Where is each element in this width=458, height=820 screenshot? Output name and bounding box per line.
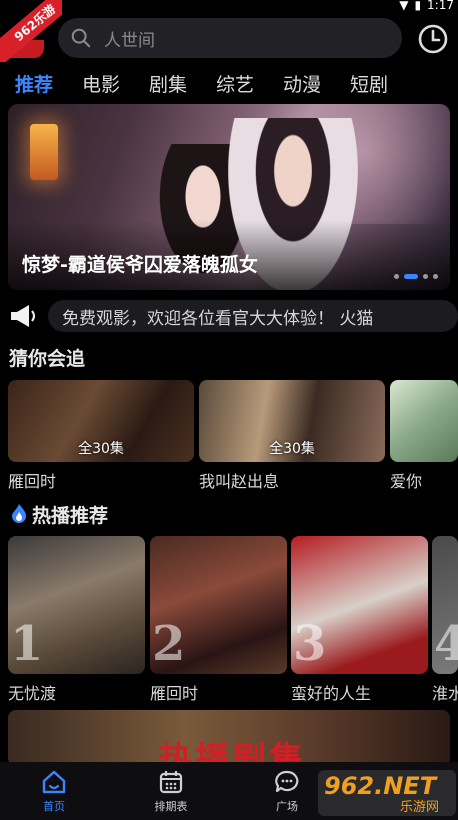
hot-section-title: 热播推荐 — [32, 505, 109, 527]
hot-thumbnail: 1 — [8, 536, 145, 674]
banner-lantern — [30, 124, 58, 180]
tab-variety[interactable]: 综艺 — [216, 70, 283, 97]
hot-title: 淮水 — [432, 684, 458, 703]
banner-dot[interactable] — [394, 274, 399, 279]
site-watermark: 962.NET 乐游网 — [318, 770, 456, 816]
banner-dot[interactable] — [423, 274, 428, 279]
guess-thumbnail: 全30集 — [199, 380, 385, 462]
chat-bubble-icon — [275, 770, 299, 793]
battery-icon: ▮ — [414, 0, 422, 12]
tab-recommend[interactable]: 推荐 — [15, 70, 82, 97]
guess-thumbnail: 全30集 — [8, 380, 194, 462]
tabbar-square[interactable]: 广场 — [257, 768, 317, 814]
home-icon — [42, 770, 66, 794]
hot-card[interactable]: 4 淮水 — [432, 536, 458, 704]
calendar-icon — [159, 771, 183, 794]
episode-count: 全30集 — [78, 441, 124, 457]
category-tabs: 推荐 电影 剧集 综艺 动漫 短剧 — [0, 66, 458, 100]
hot-thumbnail: 4 — [432, 536, 458, 674]
guess-title: 我叫赵出息 — [199, 472, 280, 491]
hot-card[interactable]: 3 蛮好的人生 — [291, 536, 428, 704]
guess-title: 雁回时 — [8, 472, 57, 491]
tabbar-schedule[interactable]: 排期表 — [141, 768, 201, 814]
search-placeholder: 人世间 — [104, 30, 155, 51]
guess-card[interactable]: 爱你 — [390, 380, 458, 492]
promo-text: 热播剧集 — [158, 740, 306, 766]
banner-dot[interactable] — [433, 274, 438, 279]
guess-list: 全30集 雁回时 全30集 我叫赵出息 爱你 — [8, 380, 458, 492]
tabbar-schedule-label: 排期表 — [154, 800, 188, 813]
flame-icon — [12, 504, 26, 523]
hot-card[interactable]: 1 无忧渡 — [8, 536, 145, 704]
hot-title: 雁回时 — [150, 684, 199, 703]
rank-number: 4 — [434, 616, 458, 672]
rank-number: 3 — [293, 616, 327, 672]
search-icon — [71, 28, 91, 48]
banner-title: 惊梦-霸道侯爷囚爱落魄孤女 — [22, 254, 258, 276]
tab-short-drama[interactable]: 短剧 — [350, 70, 417, 97]
notice-marquee[interactable]: 免费观影，欢迎各位看官大大体验！ 火猫 — [48, 300, 458, 332]
history-clock-icon[interactable] — [417, 23, 449, 55]
corner-badge: 962乐游 — [0, 0, 62, 62]
hot-title: 无忧渡 — [8, 684, 57, 703]
banner-pagination — [394, 274, 438, 279]
hot-thumbnail: 3 — [291, 536, 428, 674]
tab-movie[interactable]: 电影 — [82, 70, 149, 97]
hot-card[interactable]: 2 雁回时 — [150, 536, 287, 704]
megaphone-icon — [11, 305, 35, 327]
wifi-icon: ▼ — [399, 0, 409, 12]
notice-text: 免费观影，欢迎各位看官大大体验！ 火猫 — [62, 309, 374, 329]
hot-title: 蛮好的人生 — [291, 684, 372, 703]
tab-anime[interactable]: 动漫 — [283, 70, 350, 97]
hero-banner[interactable]: 惊梦-霸道侯爷囚爱落魄孤女 — [8, 104, 450, 290]
watermark-line2: 乐游网 — [400, 800, 440, 815]
status-time: 1:17 — [427, 0, 454, 12]
guess-section-title: 猜你会追 — [9, 348, 86, 370]
guess-card[interactable]: 全30集 雁回时 — [8, 380, 194, 492]
guess-title: 爱你 — [390, 472, 423, 491]
tab-series[interactable]: 剧集 — [149, 70, 216, 97]
guess-card[interactable]: 全30集 我叫赵出息 — [199, 380, 385, 492]
hot-list: 1 无忧渡 2 雁回时 3 蛮好的人生 4 淮水 — [8, 536, 458, 706]
banner-dot-active[interactable] — [404, 274, 418, 279]
promo-banner[interactable]: 热播剧集 — [8, 710, 450, 766]
rank-number: 2 — [152, 616, 186, 672]
tabbar-home-label: 首页 — [43, 800, 65, 813]
tabbar-home[interactable]: 首页 — [24, 768, 84, 814]
rank-number: 1 — [10, 616, 44, 672]
status-bar: ▼ ▮ 1:17 — [0, 0, 458, 12]
guess-thumbnail — [390, 380, 458, 462]
tabbar-square-label: 广场 — [276, 800, 298, 813]
episode-count: 全30集 — [269, 441, 315, 457]
search-bar[interactable]: 人世间 — [58, 18, 402, 58]
hot-thumbnail: 2 — [150, 536, 287, 674]
notice-bar: 免费观影，欢迎各位看官大大体验！ 火猫 — [8, 300, 458, 332]
